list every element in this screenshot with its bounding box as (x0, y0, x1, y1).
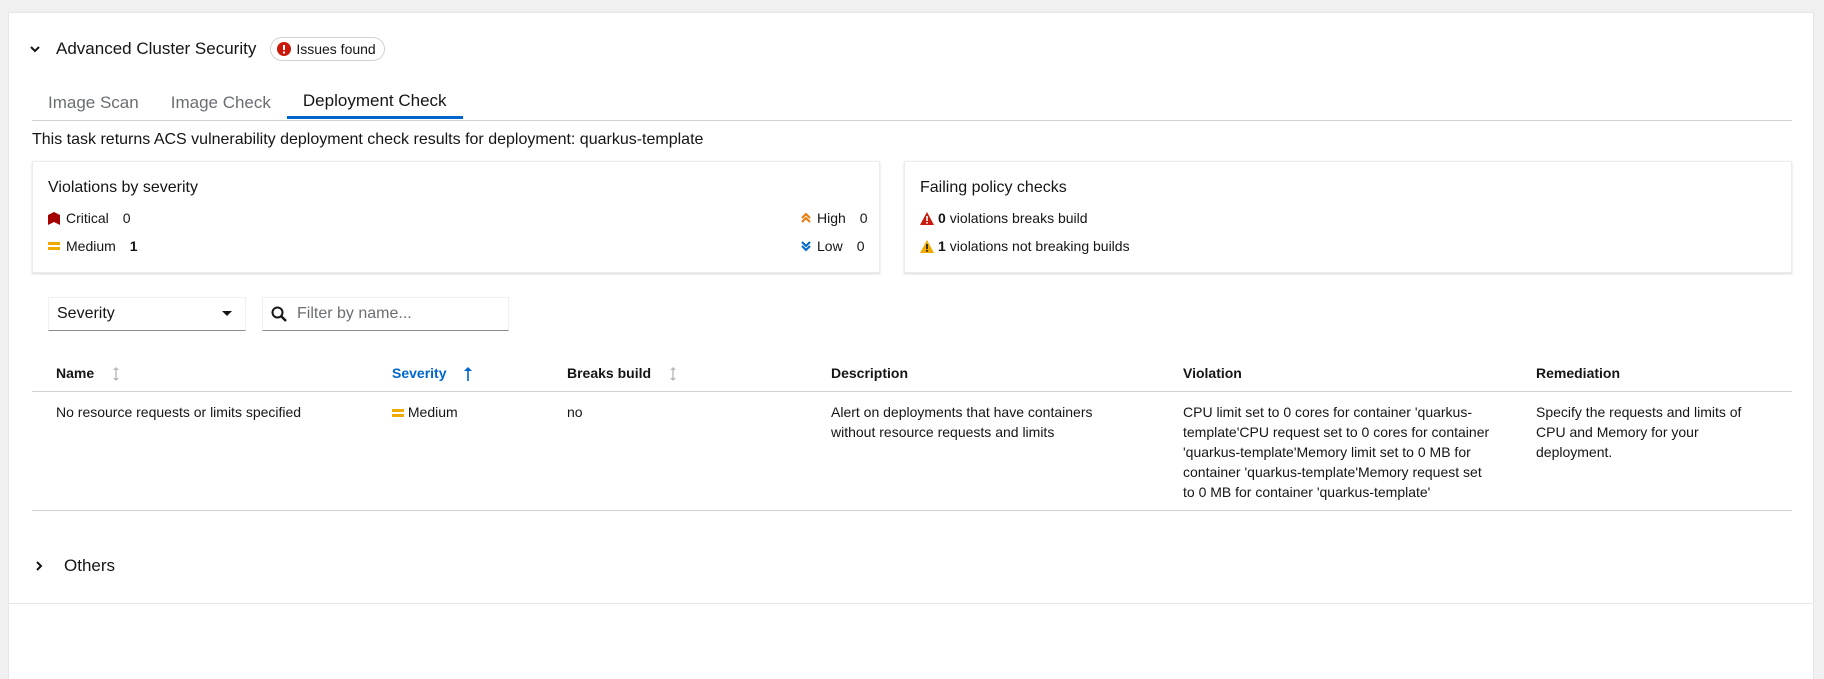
angle-double-down-icon (801, 241, 811, 252)
warning-triangle-icon (920, 239, 934, 253)
high-row: High 0 (801, 210, 868, 226)
column-header-name[interactable]: Name (32, 355, 368, 392)
not-breaking-row: 1 violations not breaking builds (920, 238, 1130, 254)
critical-row: Critical 0 (48, 210, 131, 226)
high-label: High (817, 210, 846, 226)
others-accordion-header[interactable]: Others (32, 556, 115, 576)
sort-icon[interactable] (669, 367, 677, 382)
column-header-description: Description (807, 355, 1159, 392)
policy-card-title: Failing policy checks (920, 179, 1067, 196)
violations-card: Violations by severity Critical 0 Medium… (32, 161, 880, 273)
cell-violation: CPU limit set to 0 cores for container '… (1159, 391, 1512, 511)
medium-row: Medium 1 (48, 238, 138, 254)
breaks-build-row: 0 violations breaks build (920, 210, 1088, 226)
not-breaking-count: 1 (938, 238, 946, 254)
tab-bar: Image Scan Image Check Deployment Check (32, 86, 1792, 121)
badge-label: Issues found (296, 41, 376, 57)
chevron-right-icon[interactable] (32, 559, 46, 573)
low-row: Low 0 (801, 238, 864, 254)
medium-severity-icon (48, 242, 60, 250)
low-label: Low (817, 238, 843, 254)
not-breaking-text: violations not breaking builds (949, 238, 1130, 254)
column-header-remediation: Remediation (1512, 355, 1792, 392)
severity-select[interactable]: Severity (48, 297, 246, 331)
medium-label: Medium (66, 238, 116, 254)
cell-remediation: Specify the requests and limits of CPU a… (1512, 391, 1792, 511)
critical-count: 0 (122, 210, 131, 226)
cell-breaks-build: no (543, 391, 807, 511)
severity-value: Medium (407, 404, 458, 420)
cell-name: No resource requests or limits specified (32, 391, 368, 511)
accordion-title[interactable]: Advanced Cluster Security (56, 39, 256, 59)
acs-accordion-header[interactable]: Advanced Cluster Security Issues found (28, 32, 385, 66)
filter-by-name-input[interactable] (295, 304, 499, 324)
tab-image-check[interactable]: Image Check (155, 86, 287, 119)
policy-checks-card: Failing policy checks 0 violations break… (904, 161, 1792, 273)
column-header-violation: Violation (1159, 355, 1512, 392)
exclamation-circle-icon (277, 42, 292, 56)
medium-count: 1 (129, 238, 138, 254)
violations-table: Name Severity Breaks build Description V… (32, 355, 1792, 511)
violations-card-title: Violations by severity (48, 179, 198, 196)
breaks-count: 0 (938, 210, 946, 226)
tab-deployment-check[interactable]: Deployment Check (286, 86, 463, 119)
search-box[interactable] (262, 297, 509, 331)
high-count: 0 (859, 210, 868, 226)
critical-label: Critical (66, 210, 109, 226)
table-header-row: Name Severity Breaks build Description V… (32, 355, 1792, 392)
caret-down-icon (222, 311, 232, 316)
chevron-down-icon[interactable] (28, 42, 42, 56)
cell-severity: Medium (368, 391, 543, 511)
cell-description: Alert on deployments that have container… (807, 391, 1159, 511)
table-toolbar: Severity (48, 297, 509, 331)
column-header-breaks-build[interactable]: Breaks build (543, 355, 807, 392)
critical-severity-icon (48, 211, 60, 225)
status-badge: Issues found (270, 37, 385, 61)
empty-area (8, 604, 1814, 679)
column-header-severity[interactable]: Severity (368, 355, 543, 392)
angle-double-up-icon (801, 212, 811, 223)
tab-image-scan[interactable]: Image Scan (32, 86, 155, 119)
table-row: No resource requests or limits specified… (32, 391, 1792, 511)
severity-select-value: Severity (57, 305, 115, 322)
sort-icon[interactable] (112, 367, 120, 382)
sort-arrow-up-icon[interactable] (464, 367, 473, 382)
breaks-text: violations breaks build (949, 210, 1088, 226)
search-icon (271, 306, 287, 322)
low-count: 0 (856, 238, 865, 254)
task-description: This task returns ACS vulnerability depl… (32, 131, 704, 148)
others-title[interactable]: Others (64, 556, 115, 576)
medium-severity-icon (392, 409, 404, 417)
warning-triangle-icon (920, 211, 934, 225)
